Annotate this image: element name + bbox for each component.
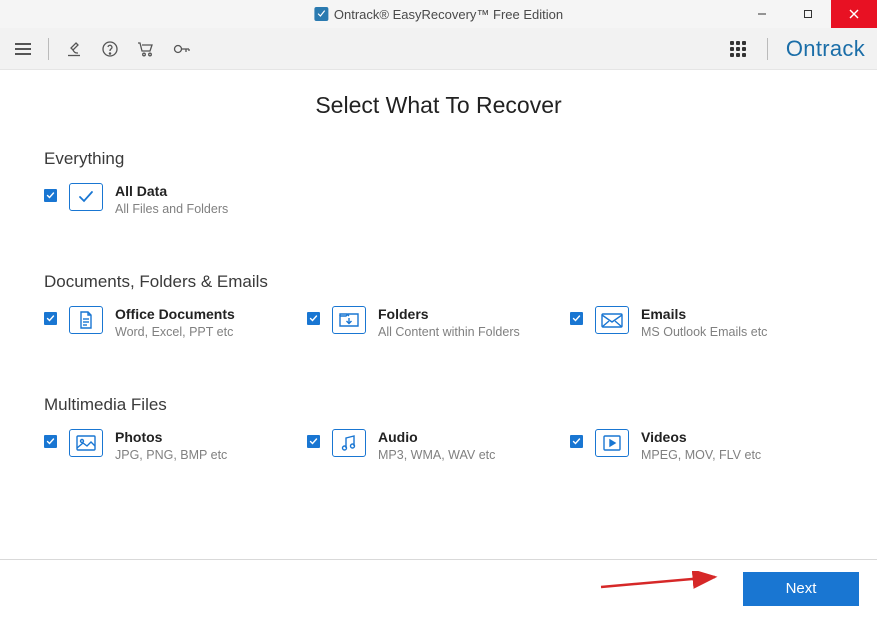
section-title-multimedia: Multimedia Files <box>44 395 833 415</box>
option-folders[interactable]: Folders All Content within Folders <box>307 306 570 340</box>
option-all-data[interactable]: All Data All Files and Folders <box>44 183 309 217</box>
checkbox-audio[interactable] <box>307 435 320 448</box>
option-sublabel: All Files and Folders <box>115 201 228 217</box>
option-label: Audio <box>378 429 495 446</box>
option-sublabel: MP3, WMA, WAV etc <box>378 447 495 463</box>
document-icon <box>69 306 103 334</box>
checkbox-office[interactable] <box>44 312 57 325</box>
checkbox-videos[interactable] <box>570 435 583 448</box>
help-icon[interactable] <box>99 38 121 60</box>
option-audio[interactable]: Audio MP3, WMA, WAV etc <box>307 429 570 463</box>
option-sublabel: MS Outlook Emails etc <box>641 324 767 340</box>
play-icon <box>595 429 629 457</box>
key-icon[interactable] <box>171 38 193 60</box>
apps-grid-icon[interactable] <box>727 38 749 60</box>
checkbox-photos[interactable] <box>44 435 57 448</box>
page-title: Select What To Recover <box>44 92 833 119</box>
check-icon <box>69 183 103 211</box>
toolbar-left <box>12 38 193 60</box>
option-label: Folders <box>378 306 520 323</box>
option-label: Emails <box>641 306 767 323</box>
minimize-button[interactable] <box>739 0 785 28</box>
window-buttons <box>739 0 877 28</box>
checkbox-emails[interactable] <box>570 312 583 325</box>
microscope-icon[interactable] <box>63 38 85 60</box>
section-title-docs: Documents, Folders & Emails <box>44 272 833 292</box>
option-sublabel: JPG, PNG, BMP etc <box>115 447 227 463</box>
maximize-button[interactable] <box>785 0 831 28</box>
section-title-everything: Everything <box>44 149 833 169</box>
option-videos[interactable]: Videos MPEG, MOV, FLV etc <box>570 429 833 463</box>
toolbar-right: Ontrack <box>727 36 865 62</box>
option-sublabel: Word, Excel, PPT etc <box>115 324 235 340</box>
cart-icon[interactable] <box>135 38 157 60</box>
brand-logo: Ontrack <box>786 36 865 62</box>
toolbar-separator <box>767 38 768 60</box>
checkbox-all-data[interactable] <box>44 189 57 202</box>
music-note-icon <box>332 429 366 457</box>
option-office-documents[interactable]: Office Documents Word, Excel, PPT etc <box>44 306 307 340</box>
toolbar-separator <box>48 38 49 60</box>
app-title: Ontrack® EasyRecovery™ Free Edition <box>334 7 563 22</box>
checkbox-folders[interactable] <box>307 312 320 325</box>
main-content: Select What To Recover Everything All Da… <box>0 70 877 503</box>
option-label: Photos <box>115 429 227 446</box>
option-label: All Data <box>115 183 228 200</box>
folder-download-icon <box>332 306 366 334</box>
envelope-icon <box>595 306 629 334</box>
close-button[interactable] <box>831 0 877 28</box>
option-label: Office Documents <box>115 306 235 323</box>
titlebar-title-area: Ontrack® EasyRecovery™ Free Edition <box>314 7 563 22</box>
menu-icon[interactable] <box>12 38 34 60</box>
titlebar: Ontrack® EasyRecovery™ Free Edition <box>0 0 877 28</box>
option-label: Videos <box>641 429 761 446</box>
option-photos[interactable]: Photos JPG, PNG, BMP etc <box>44 429 307 463</box>
footer: Next <box>0 559 877 617</box>
option-emails[interactable]: Emails MS Outlook Emails etc <box>570 306 833 340</box>
next-button[interactable]: Next <box>743 572 859 606</box>
app-logo-icon <box>314 7 328 21</box>
option-sublabel: All Content within Folders <box>378 324 520 340</box>
option-sublabel: MPEG, MOV, FLV etc <box>641 447 761 463</box>
image-icon <box>69 429 103 457</box>
toolbar: Ontrack <box>0 28 877 70</box>
